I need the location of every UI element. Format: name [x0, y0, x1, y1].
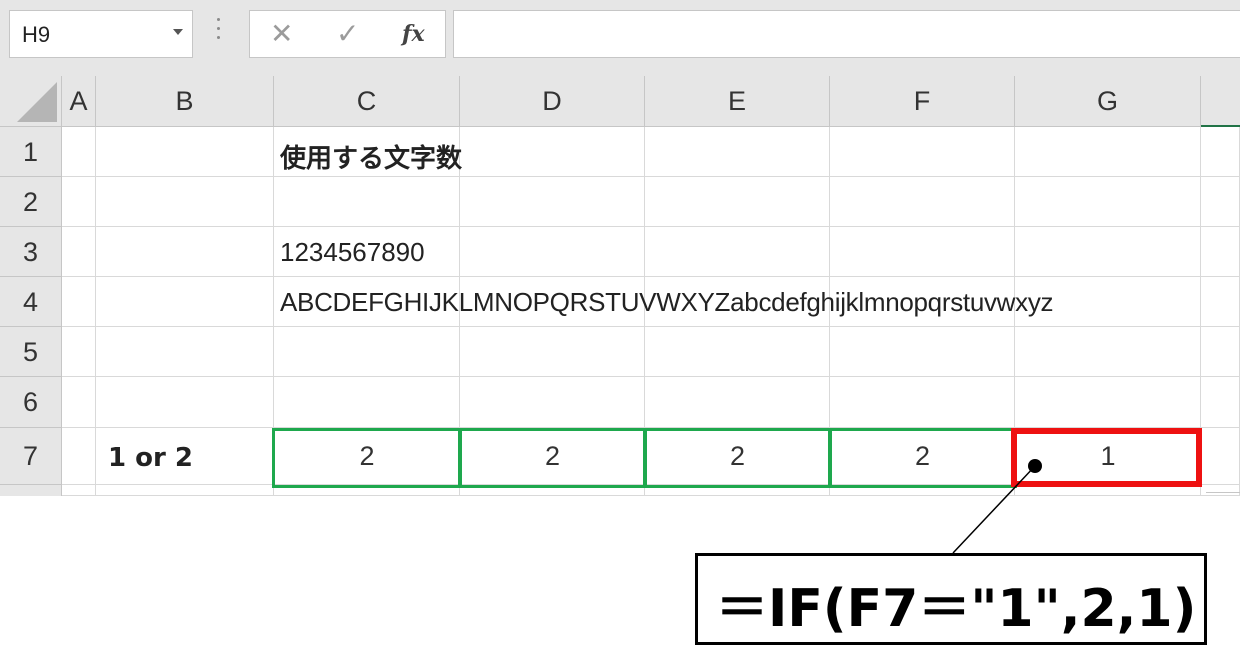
callout-formula-text: ＝IF(F7＝"1",2,1)	[716, 579, 1197, 639]
callout-anchor-dot	[1028, 459, 1042, 473]
formula-callout: ＝IF(F7＝"1",2,1)	[695, 553, 1207, 645]
